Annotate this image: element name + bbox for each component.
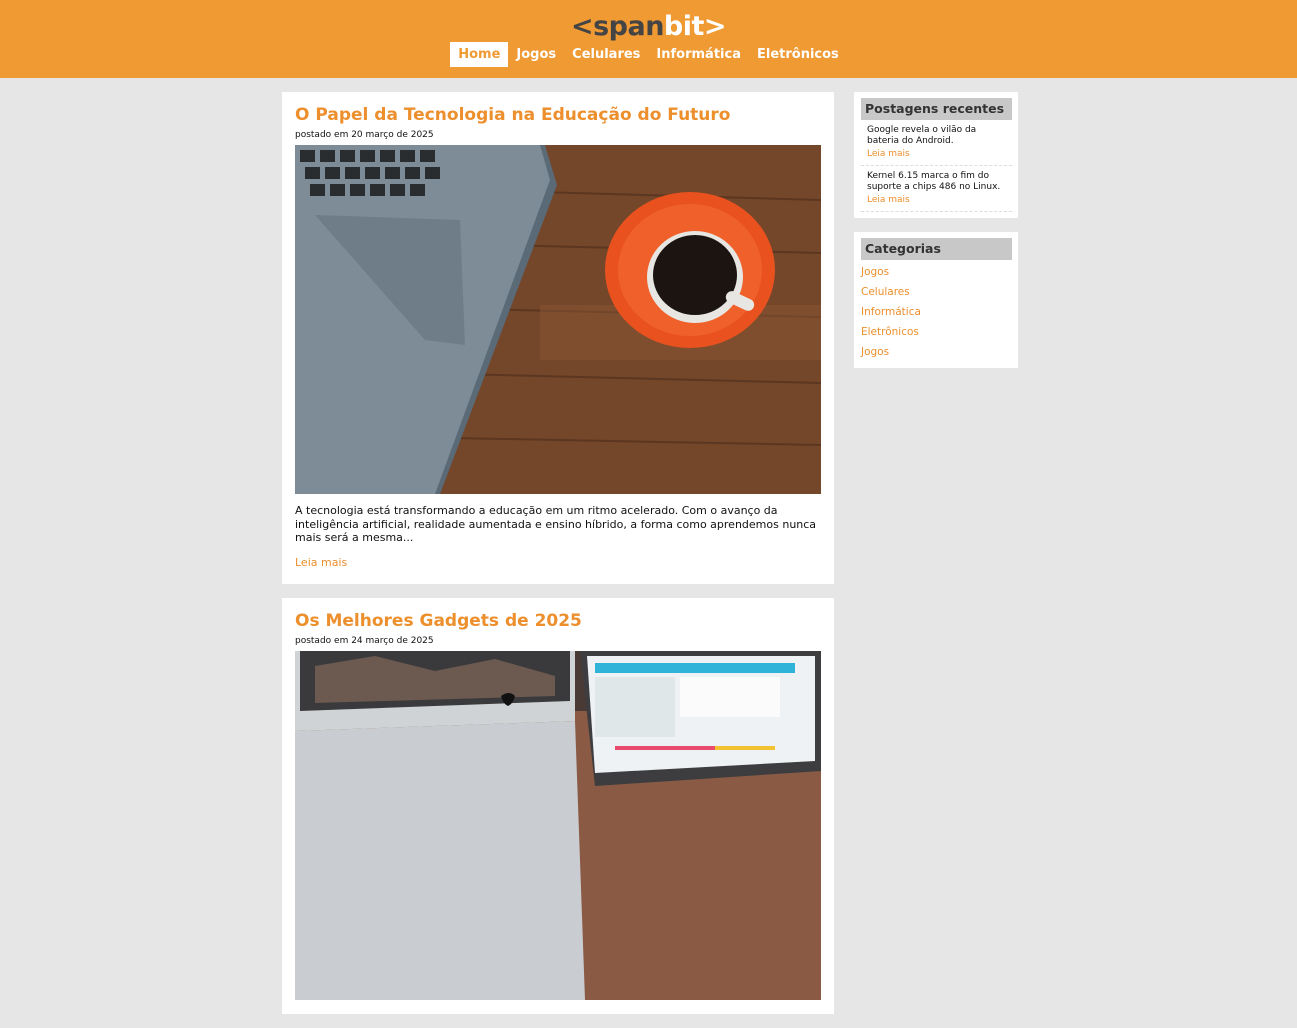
- nav-eletronicos[interactable]: Eletrônicos: [749, 42, 847, 67]
- recent-read-more-link[interactable]: Leia mais: [867, 195, 1007, 205]
- category-link-jogos[interactable]: Jogos: [861, 342, 1012, 362]
- recent-posts-box: Postagens recentes Google revela o vilão…: [854, 92, 1018, 218]
- logo-span-text: <span: [570, 11, 664, 42]
- post-image-gadgets[interactable]: [295, 650, 821, 1000]
- logo-bit-text: bit: [663, 11, 705, 42]
- recent-post-title[interactable]: Google revela o vilão da bateria do Andr…: [867, 125, 1007, 146]
- read-more-link[interactable]: Leia mais: [295, 556, 347, 569]
- main-content: O Papel da Tecnologia na Educação do Fut…: [282, 92, 834, 1028]
- sidebar: Postagens recentes Google revela o vilão…: [854, 92, 1018, 382]
- category-link-jogos[interactable]: Jogos: [861, 262, 1012, 282]
- post-date: postado em 20 março de 2025: [295, 130, 434, 140]
- recent-post-item: Google revela o vilão da bateria do Andr…: [861, 120, 1012, 166]
- category-link-informatica[interactable]: Informática: [861, 302, 1012, 322]
- category-link-celulares[interactable]: Celulares: [861, 282, 1012, 302]
- site-header: <spanbit> Home Jogos Celulares Informática E…: [0, 0, 1297, 78]
- nav-jogos[interactable]: Jogos: [508, 42, 564, 67]
- logo-close-text: >: [703, 11, 727, 42]
- nav-celulares[interactable]: Celulares: [564, 42, 648, 67]
- nav-informatica[interactable]: Informática: [648, 42, 749, 67]
- recent-read-more-link[interactable]: Leia mais: [867, 149, 1007, 159]
- category-link-eletronicos[interactable]: Eletrônicos: [861, 322, 1012, 342]
- post-excerpt: A tecnologia está transformando a educaç…: [295, 504, 817, 544]
- post-title[interactable]: O Papel da Tecnologia na Educação do Fut…: [295, 104, 821, 126]
- nav-home[interactable]: Home: [450, 42, 509, 67]
- main-nav: Home Jogos Celulares Informática Eletrônicos: [0, 42, 1297, 67]
- recent-post-title[interactable]: Kernel 6.15 marca o fim do suporte a chi…: [867, 171, 1007, 192]
- post-card: Os Melhores Gadgets de 2025 postado em 2…: [282, 597, 834, 1014]
- site-logo[interactable]: <spanbit>: [0, 10, 1297, 44]
- post-date: postado em 24 março de 2025: [295, 635, 434, 646]
- post-card: O Papel da Tecnologia na Educação do Fut…: [282, 92, 834, 584]
- categories-box: Categorias Jogos Celulares Informática E…: [854, 232, 1018, 368]
- post-image-laptop-coffee[interactable]: [295, 145, 821, 494]
- recent-posts-heading: Postagens recentes: [861, 98, 1012, 120]
- recent-post-item: Kernel 6.15 marca o fim do suporte a chi…: [861, 166, 1012, 212]
- post-title[interactable]: Os Melhores Gadgets de 2025: [295, 610, 821, 632]
- categories-heading: Categorias: [861, 238, 1012, 260]
